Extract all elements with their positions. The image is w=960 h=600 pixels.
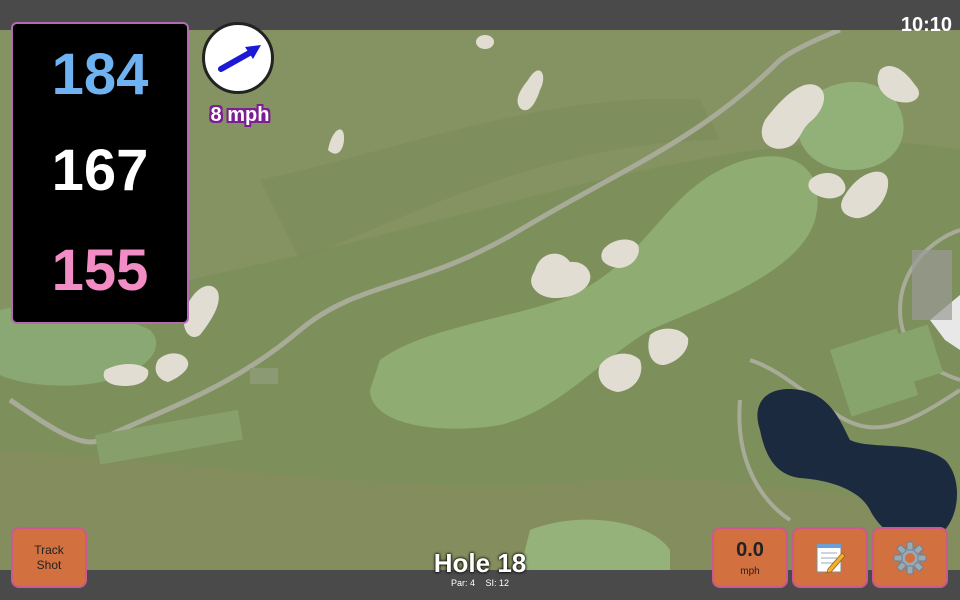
hole-info: Par: 4 SI: 12: [380, 578, 580, 588]
hole-stroke-index: SI: 12: [485, 578, 510, 588]
status-clock: 10:10: [900, 14, 952, 36]
speed-value: 0.0: [736, 538, 764, 561]
middle-of-green-yardage: 167: [51, 138, 149, 203]
wind-direction-dial: [202, 22, 274, 94]
back-of-green-yardage: 184: [51, 42, 149, 107]
settings-button[interactable]: [872, 527, 948, 588]
wind-speed-label: 8 mph: [210, 104, 270, 126]
yardage-panel[interactable]: 184 167 155: [11, 22, 189, 324]
front-of-green-yardage: 155: [51, 238, 149, 303]
speed-button[interactable]: 0.0 mph: [712, 527, 788, 588]
gear-icon: [893, 541, 927, 574]
track-shot-label-line1: Track: [34, 543, 64, 558]
hole-title: Hole 18: [433, 548, 527, 578]
hole-par: Par: 4: [450, 578, 475, 588]
notes-button[interactable]: [792, 527, 868, 588]
track-shot-label-line2: Shot: [36, 557, 62, 572]
speed-unit: mph: [740, 565, 760, 577]
wind-arrow-icon: [218, 45, 261, 72]
track-shot-button[interactable]: Track Shot: [11, 527, 87, 588]
notepad-icon: [816, 543, 846, 574]
